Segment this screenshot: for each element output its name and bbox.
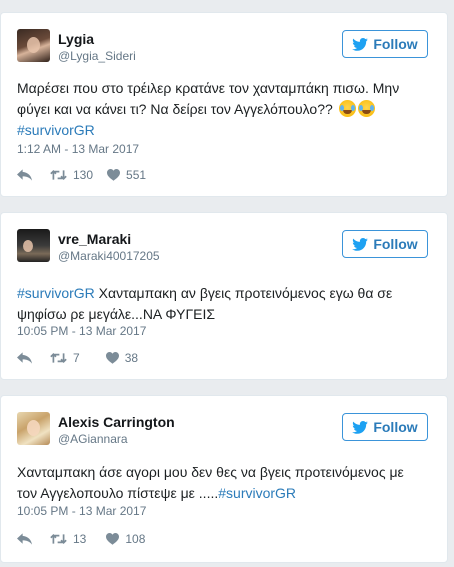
laughing-tears-emoji-icon	[357, 100, 375, 117]
timestamp-link[interactable]: 10:05 PM - 13 Mar 2017	[17, 504, 146, 518]
timestamp-link[interactable]: 1:12 AM - 13 Mar 2017	[17, 142, 139, 156]
follow-button[interactable]: Follow	[342, 413, 428, 441]
tweet-feed: Lygia @Lygia_Sideri Follow Μαρέσει που σ…	[0, 0, 454, 567]
author-handle[interactable]: @AGiannara	[58, 432, 128, 446]
tweet-text-line: ψηφίσω ρε μεγάλε...ΝΑ ΦΥΓΕΙΣ	[17, 306, 216, 322]
twitter-bird-icon	[352, 237, 369, 251]
heart-icon	[105, 352, 119, 364]
follow-button[interactable]: Follow	[342, 30, 428, 58]
retweet-button[interactable]: 13	[50, 532, 86, 546]
like-button[interactable]: 108	[106, 532, 145, 546]
reply-icon	[17, 169, 32, 181]
tweet-text: Μαρέσει που στο τρέιλερ κρατάνε τον χαντ…	[17, 78, 429, 141]
retweet-count: 13	[73, 532, 87, 546]
tweet-card: Lygia @Lygia_Sideri Follow Μαρέσει που σ…	[0, 12, 448, 197]
hashtag-link[interactable]: #survivorGR	[17, 285, 95, 301]
tweet-text-line: Χανταμπακη άσε αγορι μου δεν θες να βγει…	[17, 464, 404, 480]
tweet-text: #survivorGR Χανταμπακη αν βγεις προτεινό…	[17, 283, 429, 325]
laughing-tears-emoji-icon	[338, 100, 356, 117]
hashtag-link[interactable]: #survivorGR	[17, 122, 95, 138]
like-count: 551	[126, 168, 147, 182]
tweet-text-line: φύγει και να κάνει τι? Να δείρει τον Αγγ…	[17, 101, 333, 117]
tweet-text-line: τον Αγγελοπουλο πίστεψε με .....	[17, 485, 219, 501]
follow-label: Follow	[373, 419, 418, 435]
author-handle[interactable]: @Maraki40017205	[58, 249, 160, 263]
reply-icon	[17, 352, 32, 364]
tweet-text-line: Μαρέσει που στο τρέιλερ κρατάνε τον χαντ…	[17, 80, 400, 96]
retweet-icon	[50, 352, 67, 364]
reply-button[interactable]	[17, 533, 32, 545]
avatar[interactable]	[17, 229, 50, 262]
author-name[interactable]: Alexis Carrington	[58, 414, 175, 430]
author-handle[interactable]: @Lygia_Sideri	[58, 49, 136, 63]
like-count: 108	[125, 532, 146, 546]
heart-icon	[107, 169, 121, 181]
follow-label: Follow	[373, 36, 418, 52]
timestamp-link[interactable]: 10:05 PM - 13 Mar 2017	[17, 324, 146, 338]
retweet-button[interactable]: 7	[50, 351, 80, 365]
avatar[interactable]	[17, 412, 50, 445]
twitter-bird-icon	[352, 37, 369, 51]
reply-button[interactable]	[17, 352, 32, 364]
twitter-bird-icon	[352, 420, 369, 434]
reply-button[interactable]	[17, 169, 32, 181]
tweet-text-line: Χανταμπακη αν βγεις προτεινόμενος εγω θα…	[94, 285, 393, 301]
retweet-icon	[50, 169, 67, 181]
reply-icon	[17, 533, 32, 545]
avatar[interactable]	[17, 29, 50, 62]
hashtag-link[interactable]: #survivorGR	[218, 485, 296, 501]
follow-button[interactable]: Follow	[342, 230, 428, 258]
retweet-button[interactable]: 130	[50, 168, 93, 182]
retweet-count: 130	[73, 168, 94, 182]
tweet-actions: 130 551	[17, 166, 146, 184]
heart-icon	[106, 533, 120, 545]
like-count: 38	[124, 351, 139, 365]
like-button[interactable]: 551	[107, 168, 146, 182]
author-name[interactable]: vre_Maraki	[58, 231, 131, 247]
retweet-count: 7	[73, 351, 80, 365]
like-button[interactable]: 38	[105, 351, 139, 365]
tweet-actions: 7 38	[17, 349, 138, 367]
tweet-card: vre_Maraki @Maraki40017205 Follow #survi…	[0, 212, 448, 380]
author-name[interactable]: Lygia	[58, 31, 94, 47]
tweet-text: Χανταμπακη άσε αγορι μου δεν θες να βγει…	[17, 462, 429, 504]
retweet-icon	[50, 533, 67, 545]
follow-label: Follow	[373, 236, 418, 252]
tweet-actions: 13 108	[17, 530, 145, 548]
tweet-card: Alexis Carrington @AGiannara Follow Χαντ…	[0, 395, 448, 563]
